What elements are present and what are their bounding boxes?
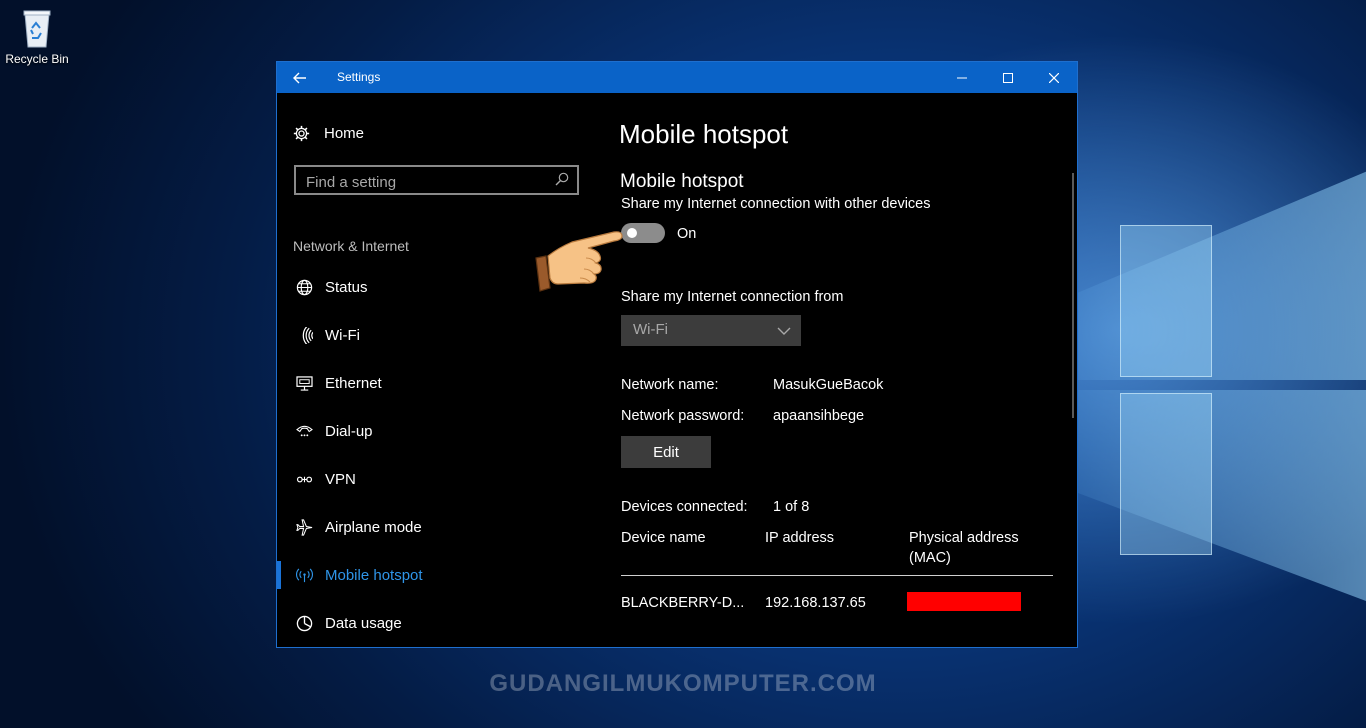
section-title: Mobile hotspot (620, 171, 744, 192)
column-header-device-name: Device name (621, 530, 706, 546)
desktop-logo-pane (1120, 393, 1212, 555)
network-password-value: apaansihbege (773, 408, 865, 424)
search-box[interactable] (294, 165, 579, 195)
chevron-down-icon (777, 323, 791, 340)
sidebar-item-label: Wi-Fi (325, 326, 360, 344)
hotspot-icon (293, 566, 315, 584)
column-header-mac-line2: (MAC) (909, 550, 951, 566)
arrow-left-icon (293, 72, 306, 83)
maximize-icon (1003, 72, 1013, 83)
back-button[interactable] (277, 62, 323, 93)
edit-button[interactable]: Edit (621, 436, 711, 468)
sidebar-item-data-usage[interactable]: Data usage (293, 611, 402, 635)
wifi-icon (293, 326, 315, 344)
close-icon (1049, 72, 1059, 83)
mac-redaction-box (907, 592, 1021, 611)
globe-icon (293, 278, 315, 296)
sidebar-item-label: Mobile hotspot (325, 566, 423, 584)
settings-window: Settings Home Network & Internet St (276, 61, 1078, 648)
page-title: Mobile hotspot (619, 119, 789, 149)
recycle-bin-icon (22, 8, 52, 48)
sidebar-item-vpn[interactable]: VPN (293, 467, 356, 491)
sidebar-item-mobile-hotspot[interactable]: Mobile hotspot (293, 563, 423, 587)
pointing-hand-icon (528, 228, 624, 299)
minimize-button[interactable] (939, 62, 985, 93)
sidebar-item-label: Dial-up (325, 422, 373, 440)
desktop-light-beam (1070, 170, 1366, 380)
sidebar-item-dialup[interactable]: Dial-up (293, 419, 373, 443)
table-divider (621, 575, 1053, 576)
gear-icon (293, 125, 310, 142)
title-bar[interactable]: Settings (277, 62, 1077, 93)
sidebar-item-label: Status (325, 278, 368, 296)
watermark-text: GUDANGILMUKOMPUTER.COM (489, 670, 877, 697)
share-from-value: Wi-Fi (633, 321, 668, 338)
sidebar-item-ethernet[interactable]: Ethernet (293, 371, 382, 395)
close-button[interactable] (1031, 62, 1077, 93)
toggle-state-label: On (677, 226, 697, 242)
sidebar-home[interactable]: Home (293, 125, 364, 142)
table-cell-ip-address: 192.168.137.65 (765, 595, 866, 611)
toggle-knob (627, 228, 637, 238)
window-title: Settings (337, 70, 381, 84)
main-content: Mobile hotspot Mobile hotspot Share my I… (597, 93, 1077, 647)
column-header-ip-address: IP address (765, 530, 835, 546)
table-cell-device-name: BLACKBERRY-D... (621, 595, 745, 611)
share-from-label: Share my Internet connection from (621, 289, 844, 305)
sidebar-item-wifi[interactable]: Wi-Fi (293, 323, 360, 347)
vpn-icon (293, 470, 315, 488)
devices-connected-label: Devices connected: (621, 499, 748, 515)
sidebar-item-label: Airplane mode (325, 518, 422, 536)
hotspot-toggle[interactable] (621, 223, 665, 243)
devices-connected-value: 1 of 8 (773, 499, 810, 515)
column-header-mac-line1: Physical address (909, 530, 1019, 546)
recycle-bin-desktop-icon[interactable]: Recycle Bin (4, 6, 70, 66)
sidebar-item-airplane-mode[interactable]: Airplane mode (293, 515, 422, 539)
pie-chart-icon (293, 614, 315, 632)
desktop-light-beam (1070, 390, 1366, 603)
network-name-label: Network name: (621, 377, 719, 393)
recycle-bin-label: Recycle Bin (5, 52, 69, 66)
desktop-logo-pane (1120, 225, 1212, 377)
scrollbar[interactable] (1072, 173, 1074, 418)
airplane-icon (293, 518, 315, 536)
network-name-value: MasukGueBacok (773, 377, 884, 393)
search-input[interactable] (304, 171, 548, 193)
section-label-network: Network & Internet (293, 238, 409, 254)
sidebar-item-label: VPN (325, 470, 356, 488)
search-icon[interactable] (555, 172, 569, 191)
sidebar-item-label: Ethernet (325, 374, 382, 392)
sidebar-item-label: Data usage (325, 614, 402, 632)
network-password-label: Network password: (621, 408, 745, 424)
maximize-button[interactable] (985, 62, 1031, 93)
ethernet-icon (293, 374, 315, 392)
dialup-icon (293, 422, 315, 440)
home-label: Home (324, 125, 365, 142)
share-description: Share my Internet connection with other … (621, 196, 931, 212)
minimize-icon (957, 77, 967, 78)
share-from-dropdown[interactable]: Wi-Fi (621, 315, 801, 346)
settings-sidebar: Home Network & Internet Status Wi-Fi Eth… (277, 93, 597, 647)
active-indicator (277, 561, 281, 589)
sidebar-item-status[interactable]: Status (293, 275, 368, 299)
